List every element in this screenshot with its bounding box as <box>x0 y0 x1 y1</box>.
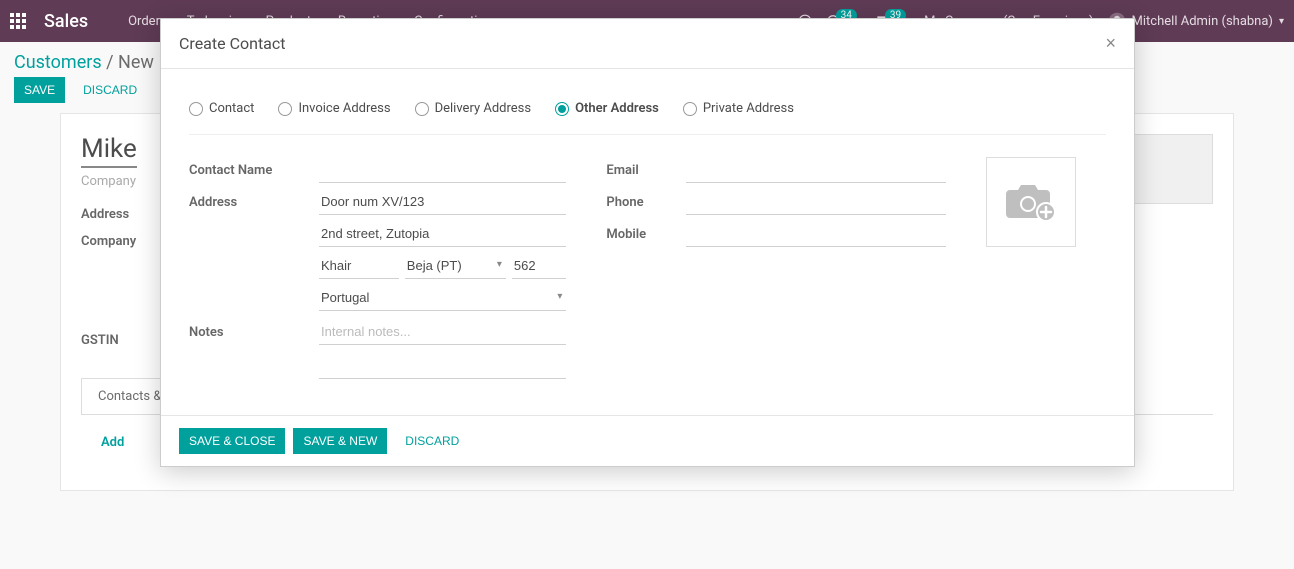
contact-photo-placeholder[interactable] <box>986 157 1076 247</box>
contact-name-input[interactable] <box>319 157 566 183</box>
radio-other-address[interactable]: Other Address <box>555 101 659 116</box>
label-email: Email <box>606 157 686 178</box>
label-phone: Phone <box>606 189 686 210</box>
street2-input[interactable] <box>319 221 566 247</box>
notes-input[interactable] <box>319 319 566 345</box>
label-notes: Notes <box>189 319 319 340</box>
email-input[interactable] <box>686 157 946 183</box>
zip-input[interactable] <box>512 253 567 279</box>
radio-invoice-address[interactable]: Invoice Address <box>278 101 390 116</box>
save-and-new-button[interactable]: Save & New <box>293 428 387 454</box>
mobile-input[interactable] <box>686 221 946 247</box>
label-mobile: Mobile <box>606 221 686 242</box>
label-address: Address <box>189 189 319 210</box>
address-type-radios: Contact Invoice Address Delivery Address… <box>189 91 1106 135</box>
modal-title: Create Contact <box>179 34 285 53</box>
street-input[interactable] <box>319 189 566 215</box>
country-select[interactable] <box>319 285 566 311</box>
label-contact-name: Contact Name <box>189 157 319 178</box>
state-select[interactable] <box>405 253 506 279</box>
city-input[interactable] <box>319 253 399 279</box>
radio-delivery-address[interactable]: Delivery Address <box>415 101 532 116</box>
radio-private-address[interactable]: Private Address <box>683 101 794 116</box>
radio-contact[interactable]: Contact <box>189 101 254 116</box>
modal-close-button[interactable]: × <box>1105 33 1116 54</box>
camera-plus-icon <box>1004 180 1058 224</box>
modal-discard-button[interactable]: Discard <box>395 428 469 454</box>
create-contact-modal: Create Contact × Contact Invoice Address… <box>160 18 1135 467</box>
phone-input[interactable] <box>686 189 946 215</box>
save-and-close-button[interactable]: Save & Close <box>179 428 285 454</box>
